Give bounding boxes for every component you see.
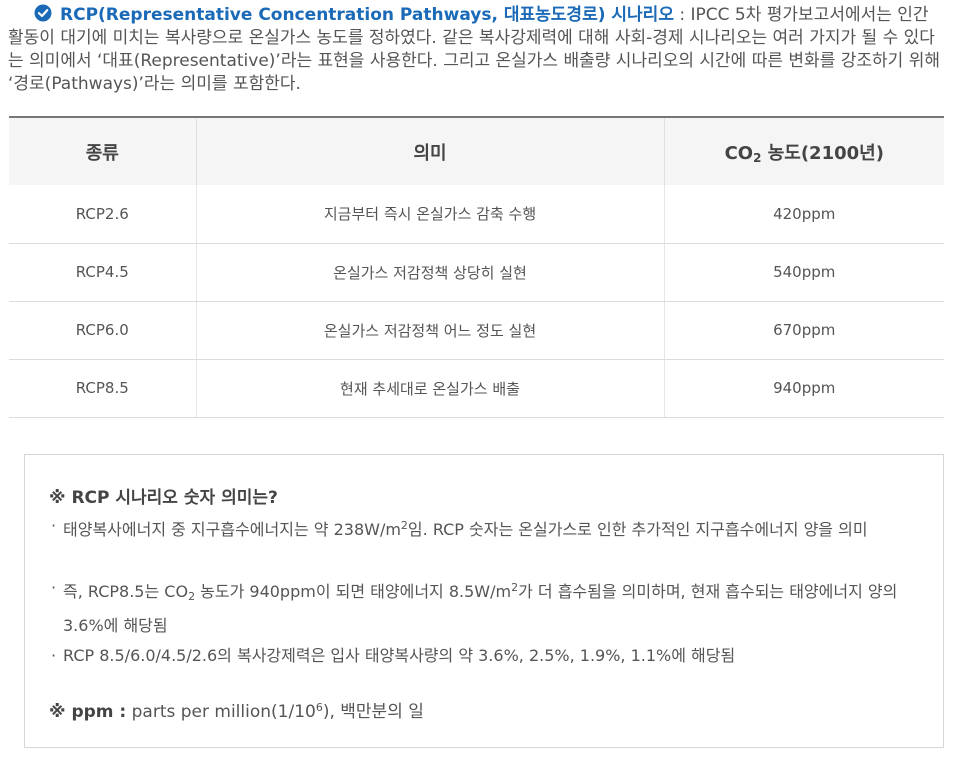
intro-paragraph: RCP(Representative Concentration Pathway… — [8, 4, 948, 96]
cell-type: RCP4.5 — [9, 243, 196, 302]
table-row: RCP8.5 현재 추세대로 온실가스 배출 940ppm — [9, 359, 944, 418]
bullet-text-part: 태양복사에너지 중 지구흡수에너지는 약 238W/m — [63, 520, 401, 539]
header-co2-prefix: CO — [724, 142, 754, 164]
bullet-mark: · — [51, 516, 57, 535]
table-row: RCP6.0 온실가스 저감정책 어느 정도 실현 670ppm — [9, 301, 944, 360]
ppm-sup: 6 — [315, 701, 323, 714]
bullet-text: 즉, RCP8.5는 CO2 농도가 940ppm이 되면 태양에너지 8.5W… — [49, 573, 929, 640]
table-row: RCP4.5 온실가스 저감정책 상당히 실현 540ppm — [9, 243, 944, 302]
header-co2-suffix: 농도(2100년) — [761, 142, 884, 164]
cell-co2: 670ppm — [663, 301, 944, 360]
ppm-text-end: ), 백만분의 일 — [322, 702, 424, 722]
cell-type: RCP8.5 — [9, 359, 196, 418]
note-bullet: · RCP 8.5/6.0/4.5/2.6의 복사강제력은 입사 태양복사량의 … — [49, 641, 929, 670]
bullet-text-part: 임. RCP 숫자는 온실가스로 인한 추가적인 지구흡수에너지 양을 의미 — [407, 520, 868, 539]
note-bullet: · 즉, RCP8.5는 CO2 농도가 940ppm이 되면 태양에너지 8.… — [49, 573, 929, 640]
header-co2: CO2 농도(2100년) — [663, 116, 944, 185]
rcp-table: 종류 의미 CO2 농도(2100년) RCP2.6 지금부터 즉시 온실가스 … — [9, 116, 944, 418]
subscript: 2 — [188, 590, 196, 603]
bullet-mark: · — [51, 578, 57, 597]
intro-title: RCP(Representative Concentration Pathway… — [60, 5, 674, 25]
cell-meaning: 현재 추세대로 온실가스 배출 — [195, 359, 664, 418]
header-type: 종류 — [9, 116, 196, 185]
bullet-text-part: 농도가 940ppm이 되면 태양에너지 8.5W/m — [195, 582, 512, 601]
check-circle-icon — [34, 4, 52, 22]
bullet-text: 태양복사에너지 중 지구흡수에너지는 약 238W/m2임. RCP 숫자는 온… — [49, 511, 929, 544]
cell-meaning: 온실가스 저감정책 어느 정도 실현 — [195, 301, 664, 360]
table-header-row: 종류 의미 CO2 농도(2100년) — [9, 116, 944, 185]
bullet-text-part: 즉, RCP8.5는 CO — [63, 582, 189, 601]
bullet-mark: · — [51, 646, 57, 665]
note-title: ※ RCP 시나리오 숫자 의미는? — [49, 488, 278, 508]
note-bullet: · 태양복사에너지 중 지구흡수에너지는 약 238W/m2임. RCP 숫자는… — [49, 511, 929, 544]
ppm-definition: ※ ppm : parts per million(1/106), 백만분의 일 — [49, 697, 424, 722]
cell-meaning: 온실가스 저감정책 상당히 실현 — [195, 243, 664, 302]
cell-type: RCP6.0 — [9, 301, 196, 360]
ppm-label: ※ ppm : — [49, 702, 127, 722]
ppm-text: parts per million(1/10 — [126, 702, 316, 722]
cell-type: RCP2.6 — [9, 185, 196, 244]
bullet-text: RCP 8.5/6.0/4.5/2.6의 복사강제력은 입사 태양복사량의 약 … — [63, 646, 736, 665]
table-row: RCP2.6 지금부터 즉시 온실가스 감축 수행 420ppm — [9, 185, 944, 244]
cell-co2: 420ppm — [663, 185, 944, 244]
cell-co2: 940ppm — [663, 359, 944, 418]
note-box: ※ RCP 시나리오 숫자 의미는? · 태양복사에너지 중 지구흡수에너지는 … — [24, 454, 944, 748]
cell-meaning: 지금부터 즉시 온실가스 감축 수행 — [195, 185, 664, 244]
superscript: 2 — [400, 519, 408, 532]
header-meaning: 의미 — [195, 116, 664, 185]
cell-co2: 540ppm — [663, 243, 944, 302]
